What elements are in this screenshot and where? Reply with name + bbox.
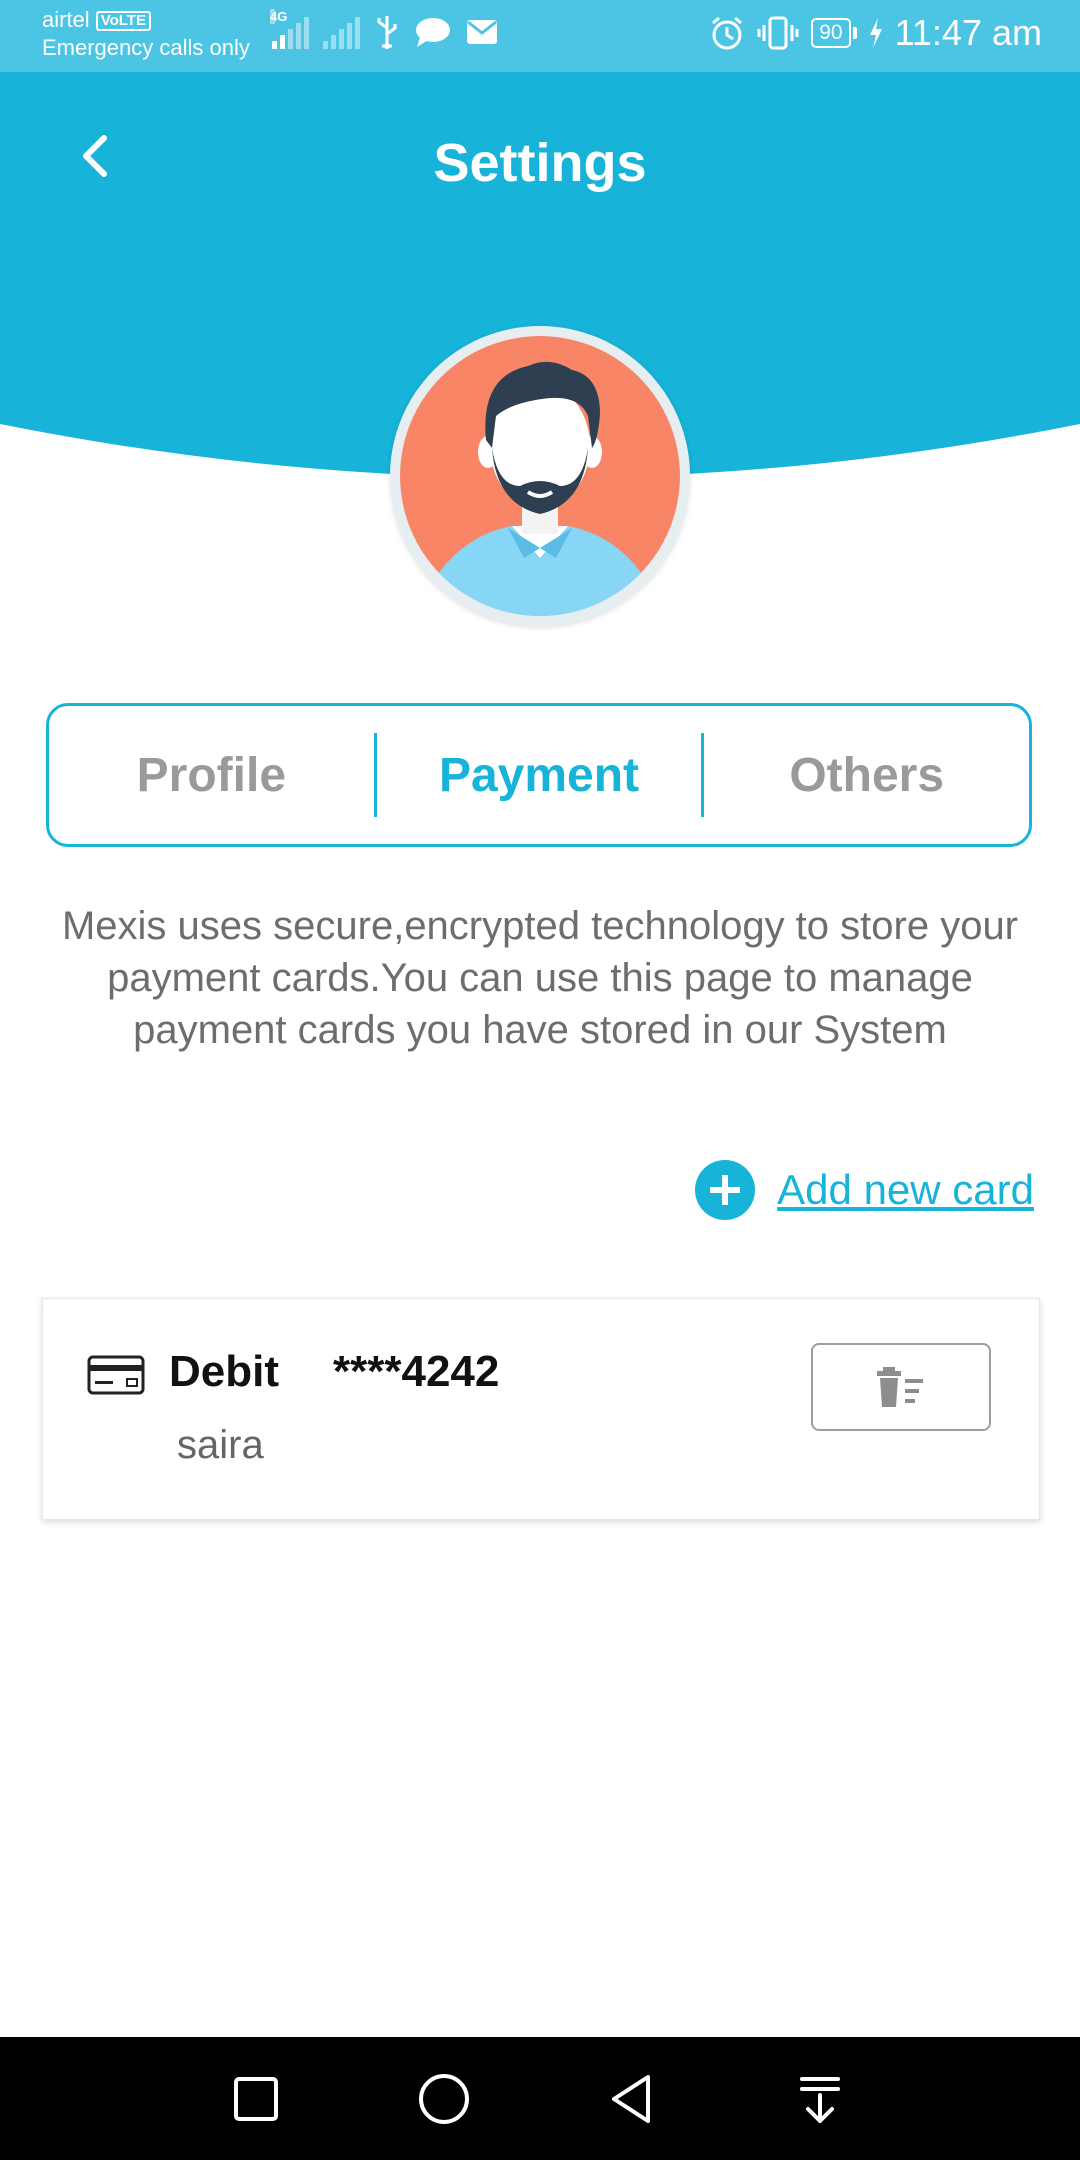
message-icon: [416, 18, 450, 47]
credit-card-icon: [87, 1355, 145, 1395]
alarm-icon: [712, 16, 743, 50]
vibrate-icon: [757, 16, 799, 50]
signal-tag: 4G: [270, 9, 288, 24]
page-title: Settings: [433, 133, 647, 193]
trash-icon: [877, 1367, 923, 1407]
charging-icon: [869, 18, 882, 48]
settings-tabs: Profile Payment Others: [46, 703, 1032, 847]
tab-profile[interactable]: Profile: [49, 748, 374, 803]
signal-4g-icon: 4G: [270, 9, 309, 49]
battery-level: 90: [811, 18, 851, 48]
status-right: 90 11:47 am: [709, 12, 1042, 54]
network-note: Emergency calls only: [42, 35, 250, 60]
add-new-card-button[interactable]: Add new card: [695, 1160, 1034, 1220]
back-icon[interactable]: [600, 2067, 664, 2131]
notification-pull-icon[interactable]: [788, 2067, 852, 2131]
payment-card: Debit ****4242 saira: [42, 1298, 1040, 1520]
usb-icon: [377, 16, 397, 49]
tab-payment[interactable]: Payment: [377, 748, 702, 803]
mail-icon: [467, 20, 497, 44]
carrier-name: airtel: [42, 7, 90, 32]
volte-badge: VoLTE: [95, 11, 151, 31]
avatar-illustration: [400, 336, 680, 616]
navigation-bar: [0, 2037, 1080, 2160]
tab-others[interactable]: Others: [704, 748, 1029, 803]
battery-icon: 90: [811, 18, 857, 48]
payment-description: Mexis uses secure,encrypted technology t…: [61, 904, 1019, 1052]
status-left: airtel VoLTE Emergency calls only: [42, 6, 250, 62]
clock: 11:47 am: [894, 12, 1042, 53]
add-new-card-link[interactable]: Add new card: [777, 1166, 1034, 1214]
status-icons-left: 4G: [270, 9, 498, 50]
recent-apps-icon[interactable]: [224, 2067, 288, 2131]
card-holder-name: saira: [177, 1423, 264, 1467]
plus-circle-icon[interactable]: [695, 1160, 756, 1220]
avatar[interactable]: [390, 326, 690, 626]
card-number: ****4242: [333, 1347, 500, 1396]
signal-no-service-icon: [323, 15, 360, 49]
status-bar: airtel VoLTE Emergency calls only 4G 90 …: [0, 0, 1080, 72]
delete-card-button[interactable]: [811, 1343, 991, 1431]
card-type: Debit: [169, 1347, 279, 1396]
home-icon[interactable]: [412, 2067, 476, 2131]
